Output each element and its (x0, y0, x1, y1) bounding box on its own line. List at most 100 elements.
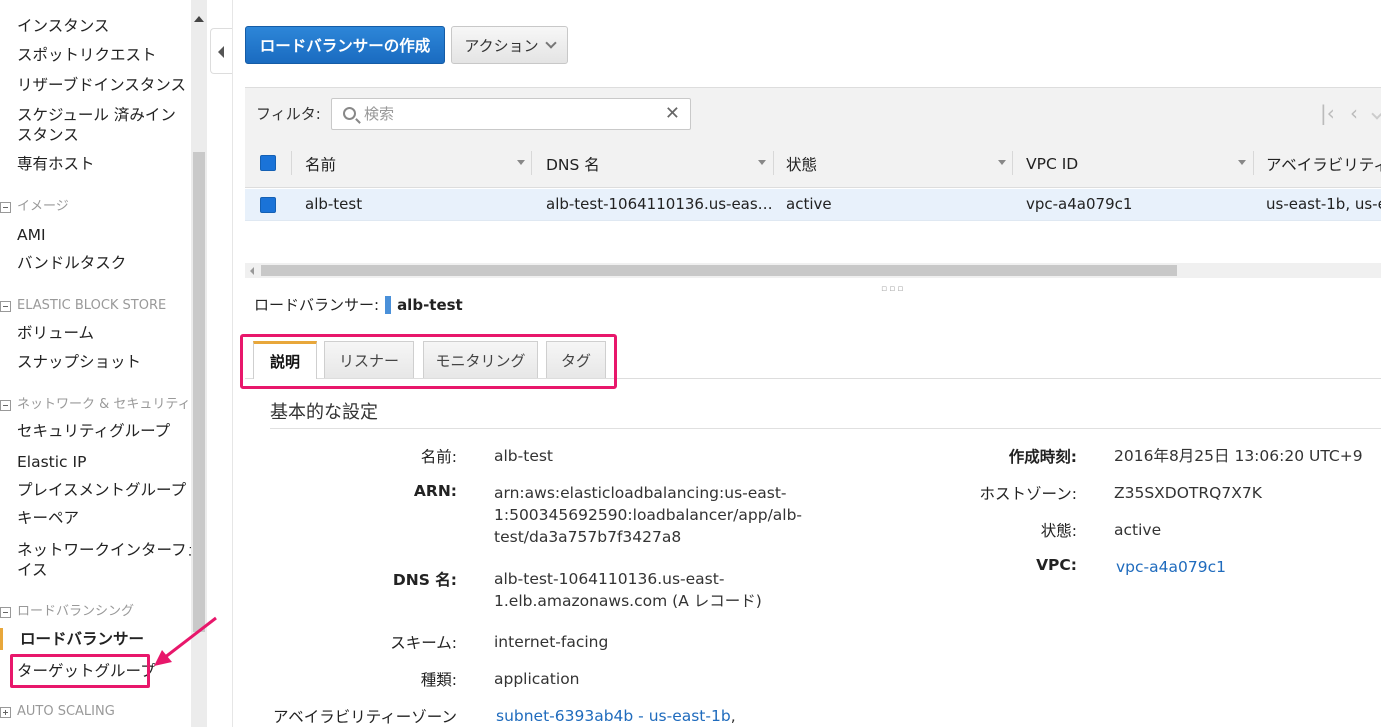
hosted-zone-label: ホストゾーン: (979, 485, 1077, 503)
tabs-baseline (245, 378, 1381, 379)
resize-handle[interactable]: ▫▫▫ (881, 284, 905, 294)
table-row[interactable]: alb-test alb-test-1064110136.us-eas… act… (245, 189, 1381, 221)
create-load-balancer-button[interactable]: ロードバランサーの作成 (245, 26, 445, 64)
sidebar-item-dedicated-hosts[interactable]: 専有ホスト (17, 154, 95, 175)
column-header-availability-zones[interactable]: アベイラビリティー (1266, 139, 1381, 188)
detail-title: ロードバランサー: alb-test (254, 294, 463, 315)
chevron-left-icon (218, 46, 224, 58)
sidebar-header-label: ELASTIC BLOCK STORE (17, 298, 167, 313)
sidebar-item-spot-requests[interactable]: スポットリクエスト (17, 45, 157, 66)
collapse-icon (0, 606, 11, 618)
column-separator (291, 151, 292, 175)
scrollbar-thumb[interactable] (261, 265, 1177, 276)
column-separator (1012, 151, 1013, 175)
sidebar-header-network-security[interactable]: ネットワーク & セキュリティ (0, 396, 191, 414)
sidebar-item-scheduled-instances[interactable]: スケジュール 済みイン (17, 105, 176, 126)
sort-icon (758, 160, 766, 165)
vpc-label: VPC: (1036, 556, 1077, 574)
actions-dropdown-button[interactable]: アクション (451, 26, 568, 64)
sidebar-item-network-interfaces-cont[interactable]: イス (17, 560, 48, 581)
previous-page-icon[interactable]: ‹ (1350, 101, 1358, 125)
scrollbar-thumb[interactable] (193, 152, 205, 632)
dns-label: DNS 名: (392, 571, 457, 589)
state-value: active (1114, 521, 1162, 539)
sidebar-scrollbar[interactable] (191, 0, 207, 727)
sidebar-collapse-button[interactable] (210, 28, 232, 74)
sidebar-header-images[interactable]: イメージ (0, 198, 69, 216)
sidebar-item-volumes[interactable]: ボリューム (17, 323, 94, 344)
sidebar-item-key-pairs[interactable]: キーペア (17, 508, 79, 529)
filter-label: フィルタ: (256, 105, 321, 123)
sidebar-header-label: イメージ (17, 199, 69, 214)
sidebar-item-instances[interactable]: インスタンス (17, 16, 109, 37)
vpc-link[interactable]: vpc-a4a079c1 (1116, 556, 1226, 578)
sidebar-header-load-balancing[interactable]: ロードバランシング (0, 603, 134, 621)
detail-title-name: alb-test (397, 295, 463, 314)
sidebar-item-bundle-tasks[interactable]: バンドルタスク (17, 253, 126, 274)
sidebar-item-reserved-instances[interactable]: リザーブドインスタンス (17, 75, 186, 96)
selection-marker (385, 295, 392, 314)
collapse-icon (0, 300, 11, 312)
sidebar-item-ami[interactable]: AMI (17, 225, 46, 246)
collapse-icon (0, 201, 11, 213)
clear-search-icon[interactable]: ✕ (665, 105, 680, 123)
horizontal-scrollbar[interactable] (245, 263, 1381, 278)
search-box[interactable]: ✕ (331, 98, 691, 130)
sort-icon (998, 160, 1006, 165)
availability-zones-value[interactable]: subnet-6393ab4b - us-east-1b, (496, 705, 736, 727)
sidebar-header-ebs[interactable]: ELASTIC BLOCK STORE (0, 297, 166, 315)
first-page-icon[interactable]: |‹ (1320, 101, 1335, 125)
section-divider (270, 428, 1381, 429)
column-label: 状態 (786, 155, 818, 174)
sidebar-item-load-balancers[interactable]: ロードバランサー (20, 629, 144, 650)
active-indicator (0, 628, 3, 650)
sidebar-item-scheduled-instances-cont[interactable]: スタンス (17, 125, 79, 146)
sidebar-header-label: ロードバランシング (17, 604, 135, 619)
tab-monitoring[interactable]: モニタリング (423, 341, 538, 378)
cell-vpc: vpc-a4a079c1 (1026, 195, 1133, 213)
sidebar-item-elastic-ip[interactable]: Elastic IP (17, 452, 86, 473)
cell-state: active (786, 195, 832, 213)
scheme-value: internet-facing (494, 633, 609, 651)
filter-bar: フィルタ: ✕ |‹ ‹ (245, 87, 1381, 139)
search-input[interactable] (364, 104, 654, 124)
column-label: 名前 (305, 155, 337, 174)
sidebar-item-snapshots[interactable]: スナップショット (17, 352, 141, 373)
column-header-name[interactable]: 名前 (305, 139, 525, 188)
sidebar-header-label: AUTO SCALING (17, 704, 115, 719)
sidebar-item-security-groups[interactable]: セキュリティグループ (17, 421, 170, 442)
created-value: 2016年8月25日 13:06:20 UTC+9 (1114, 447, 1363, 465)
scroll-left-icon[interactable] (250, 267, 254, 275)
actions-label: アクション (464, 37, 539, 55)
sidebar-item-placement-groups[interactable]: プレイスメントグループ (17, 480, 186, 501)
column-header-state[interactable]: 状態 (786, 139, 1006, 188)
column-label: アベイラビリティー (1266, 155, 1381, 174)
row-checkbox[interactable] (260, 197, 276, 213)
section-title: 基本的な設定 (270, 402, 378, 423)
cell-name: alb-test (305, 195, 363, 213)
subnet-link[interactable]: subnet-6393ab4b - us-east-1b (496, 707, 731, 725)
created-label: 作成時刻: (1008, 448, 1077, 466)
sidebar-item-target-groups[interactable]: ターゲットグループ (17, 661, 156, 682)
select-all-checkbox[interactable] (260, 155, 276, 171)
sidebar: インスタンス スポットリクエスト リザーブドインスタンス スケジュール 済みイン… (0, 0, 207, 727)
name-value: alb-test (494, 447, 554, 465)
collapse-icon (0, 399, 11, 411)
column-header-vpc-id[interactable]: VPC ID (1026, 139, 1246, 188)
sidebar-item-network-interfaces[interactable]: ネットワークインターフェ (17, 540, 202, 561)
column-label: DNS 名 (546, 155, 600, 174)
next-page-icon[interactable] (1371, 108, 1381, 120)
scroll-up-icon[interactable] (194, 16, 204, 22)
tab-tags[interactable]: タグ (546, 341, 606, 378)
name-label: 名前: (420, 448, 457, 466)
column-header-dns[interactable]: DNS 名 (546, 139, 766, 188)
chevron-down-icon (544, 37, 557, 49)
table-header: 名前 DNS 名 状態 VPC ID アベイラビリティー (245, 139, 1381, 188)
availability-zones-label: アベイラビリティーゾーン (273, 708, 457, 726)
tab-listeners[interactable]: リスナー (324, 341, 414, 378)
scheme-label: スキーム: (390, 634, 457, 652)
sidebar-header-auto-scaling[interactable]: AUTO SCALING (0, 703, 115, 721)
search-icon (343, 107, 356, 120)
panel-divider (232, 0, 233, 727)
tab-description[interactable]: 説明 (253, 341, 317, 379)
